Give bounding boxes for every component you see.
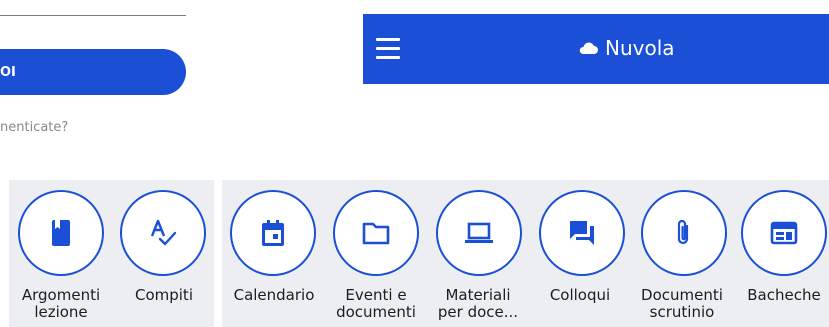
tile-label: Calendario [233,286,315,304]
hamburger-menu-icon[interactable] [376,38,400,59]
tile-label: Materiali per doce... [437,286,519,321]
app-title: Nuvola [605,36,675,60]
password-field-underline[interactable] [0,15,186,16]
calendar-icon [262,220,284,246]
tile-circle[interactable] [230,190,316,276]
tile-label: Bacheche [747,286,821,304]
laptop-icon [465,222,493,243]
tile-circle[interactable] [18,190,104,276]
chat-icon [570,221,594,245]
tile-circle[interactable] [641,190,727,276]
tile-label: Compiti [134,286,193,304]
cloud-icon [579,42,598,54]
folder-icon [362,222,390,245]
forgot-password-link[interactable]: nenticate? [0,120,68,135]
spellcheck-icon [150,219,177,246]
board-icon [770,221,798,245]
app-header: Nuvola [363,14,829,84]
tile-label: Argomenti lezione [21,286,101,321]
tile-label: Documenti scrutinio [641,286,723,321]
book-icon [52,220,70,246]
tile-panel-right: Calendario Eventi e documenti Materiali … [222,180,829,327]
tile-label: Eventi e documenti [336,286,416,321]
paperclip-icon [677,219,689,245]
tile-label: Colloqui [549,286,611,304]
login-button[interactable]: OI [0,49,186,95]
tile-circle[interactable] [436,190,522,276]
tile-circle[interactable] [539,190,625,276]
tile-circle[interactable] [120,190,206,276]
login-button-label: OI [0,64,16,80]
tile-circle[interactable] [741,190,827,276]
tile-circle[interactable] [333,190,419,276]
page: OI nenticate? Nuvola Argomenti lezione C… [0,0,829,327]
tile-panel-left: Argomenti lezione Compiti [9,180,214,327]
app-brand: Nuvola [578,36,675,60]
